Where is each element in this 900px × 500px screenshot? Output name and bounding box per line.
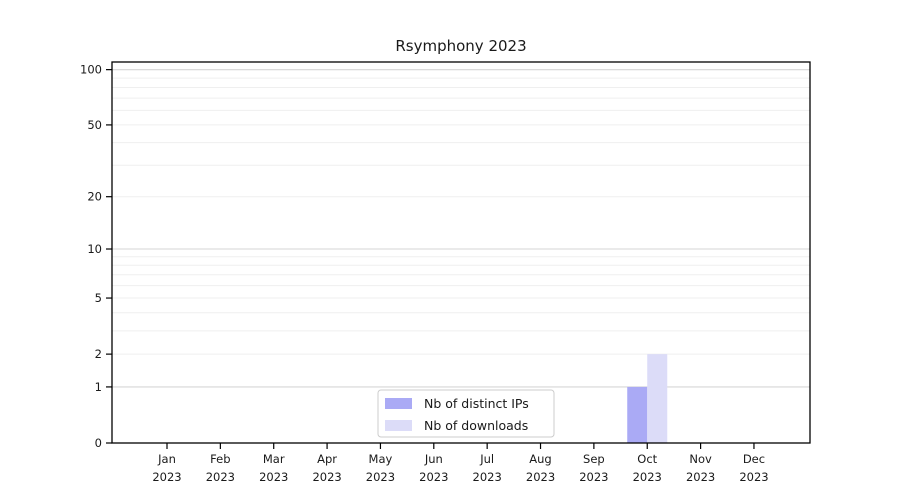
legend-swatch-nb-of-distinct-ips (385, 398, 412, 409)
legend-swatch-nb-of-downloads (385, 420, 412, 431)
bar-nb-of-downloads-oct-2023 (647, 354, 668, 443)
x-tick-label-year-jul-2023: 2023 (473, 470, 502, 484)
x-tick-label-month-jan-2023: Jan (157, 452, 176, 466)
plot-frame (111, 61, 811, 444)
y-tick-label-50: 50 (87, 118, 102, 132)
y-tick-label-5: 5 (95, 291, 102, 305)
x-tick-label-month-aug-2023: Aug (529, 452, 551, 466)
legend-label-nb-of-distinct-ips: Nb of distinct IPs (424, 396, 529, 411)
x-tick-label-month-oct-2023: Oct (637, 452, 657, 466)
x-tick-label-month-nov-2023: Nov (689, 452, 712, 466)
y-tick-label-10: 10 (87, 242, 102, 256)
x-tick-label-month-may-2023: May (369, 452, 393, 466)
x-tick-label-month-jun-2023: Jun (424, 452, 443, 466)
x-tick-label-year-aug-2023: 2023 (526, 470, 555, 484)
figure: 0 1 2 5 10 20 50 100 Jan 2023 Feb 2023 Mar 2023 Apr 202… (0, 0, 900, 500)
x-tick-label-year-dec-2023: 2023 (739, 470, 768, 484)
x-tick-label-month-mar-2023: Mar (263, 452, 285, 466)
y-tick-label-1: 1 (95, 380, 102, 394)
x-tick-label-month-jul-2023: Jul (479, 452, 494, 466)
x-tick-label-year-mar-2023: 2023 (259, 470, 288, 484)
x-tick-label-year-jan-2023: 2023 (152, 470, 181, 484)
bar-nb-of-distinct-ips-oct-2023 (627, 386, 648, 443)
legend-label-nb-of-downloads: Nb of downloads (424, 418, 528, 433)
x-tick-label-year-apr-2023: 2023 (312, 470, 341, 484)
x-tick-label-month-feb-2023: Feb (210, 452, 230, 466)
y-tick-label-20: 20 (87, 190, 102, 204)
x-tick-label-year-jun-2023: 2023 (419, 470, 448, 484)
x-tick-label-month-dec-2023: Dec (743, 452, 765, 466)
x-tick-label-month-apr-2023: Apr (317, 452, 337, 466)
x-tick-label-year-oct-2023: 2023 (633, 470, 662, 484)
y-tick-label-0: 0 (95, 436, 102, 450)
x-tick-label-year-feb-2023: 2023 (206, 470, 235, 484)
x-tick-label-year-sep-2023: 2023 (579, 470, 608, 484)
chart-canvas: 0 1 2 5 10 20 50 100 Jan 2023 Feb 2023 Mar 2023 Apr 202… (80, 37, 811, 484)
chart-title: Rsymphony 2023 (395, 37, 526, 55)
y-tick-label-100: 100 (80, 63, 102, 77)
y-tick-label-2: 2 (95, 347, 102, 361)
x-tick-label-year-nov-2023: 2023 (686, 470, 715, 484)
x-tick-label-month-sep-2023: Sep (583, 452, 605, 466)
x-tick-label-year-may-2023: 2023 (366, 470, 395, 484)
